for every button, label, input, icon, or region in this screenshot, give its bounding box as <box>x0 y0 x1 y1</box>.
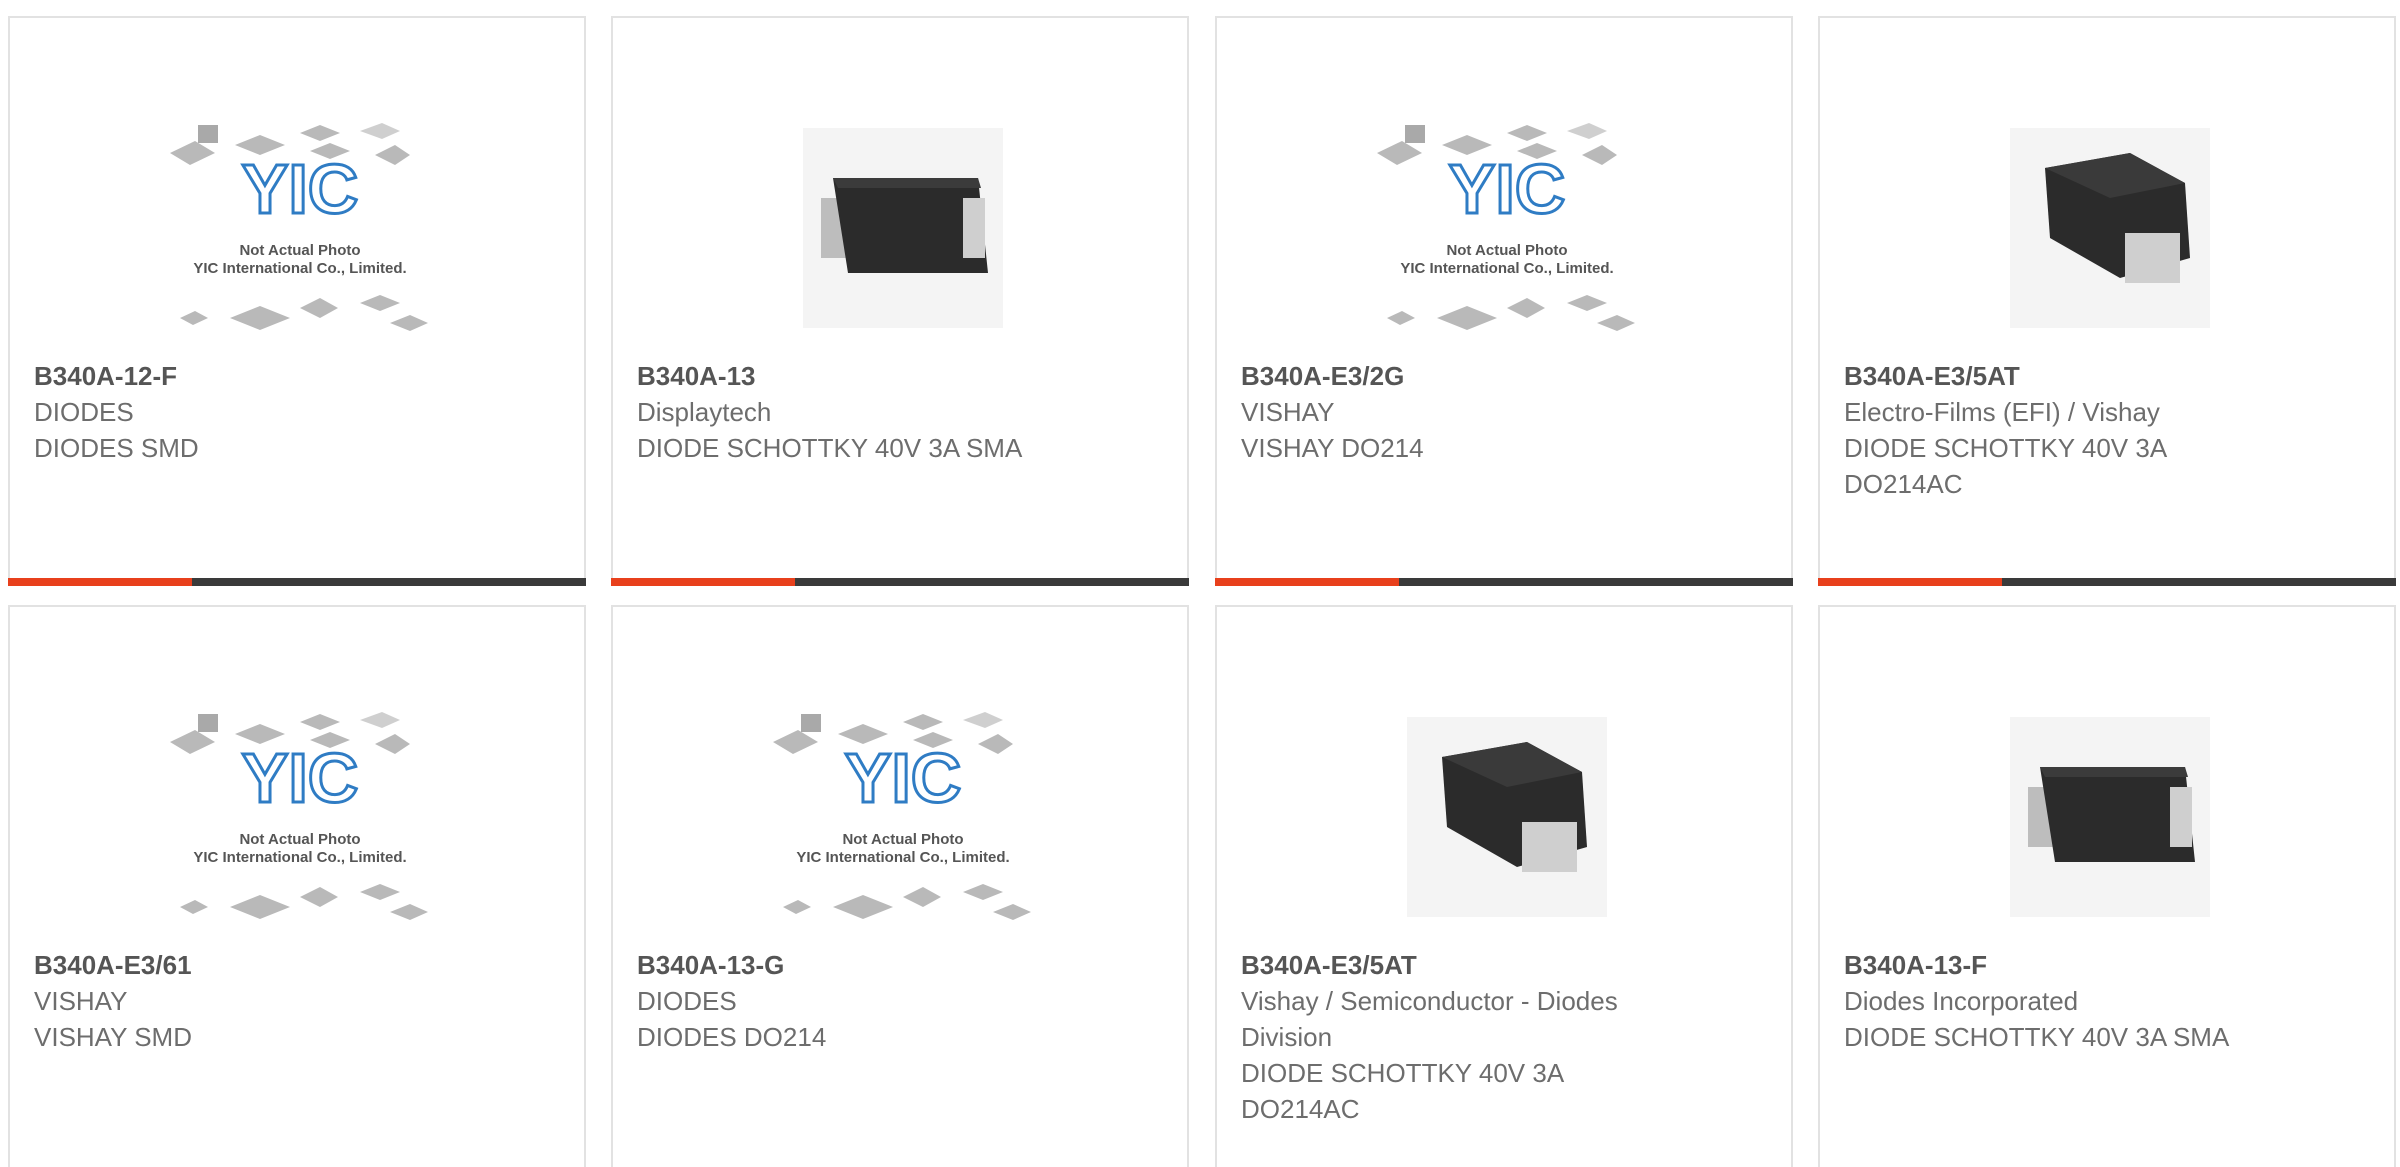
part-number[interactable]: B340A-E3/2G <box>1241 358 1761 394</box>
bar-accent <box>611 578 795 586</box>
part-number[interactable]: B340A-13 <box>637 358 1157 394</box>
placeholder-icon: YIC Not Actual Photo YIC International C… <box>1377 123 1635 331</box>
manufacturer: Electro-Films (EFI) / Vishay <box>1844 397 2160 427</box>
description: VISHAY DO214 <box>1241 433 1424 463</box>
card-progress-bar <box>8 578 586 586</box>
svg-text:YIC: YIC <box>1449 150 1566 228</box>
description: DIODE SCHOTTKY 40V 3A SMA <box>1844 1022 2230 1052</box>
product-photo <box>763 98 1043 358</box>
manufacturer: DIODES <box>34 397 134 427</box>
description: DIODES DO214 <box>637 1022 827 1052</box>
placeholder-icon: YIC Not Actual Photo YIC International C… <box>773 712 1031 920</box>
product-photo <box>1367 687 1647 947</box>
product-grid: YIC Not Actual Photo YIC International C… <box>0 0 2400 1167</box>
part-number[interactable]: B340A-E3/5AT <box>1241 947 1761 983</box>
product-card[interactable]: B340A-E3/5AT Vishay / Semiconductor - Di… <box>1215 605 1793 1167</box>
product-card[interactable]: YIC Not Actual Photo YIC International C… <box>1215 16 1793 586</box>
sma-diode-icon <box>1407 717 1607 917</box>
description: VISHAY SMD <box>34 1022 192 1052</box>
product-card[interactable]: YIC Not Actual Photo YIC International C… <box>611 605 1189 1167</box>
description: DIODES SMD <box>34 433 199 463</box>
sma-diode-icon <box>2010 128 2210 328</box>
bar-accent <box>1818 578 2002 586</box>
manufacturer: VISHAY <box>34 986 128 1016</box>
sma-diode-icon <box>2010 717 2210 917</box>
product-card[interactable]: B340A-E3/5AT Electro-Films (EFI) / Visha… <box>1818 16 2396 586</box>
placeholder-icon: YIC Not Actual Photo YIC International C… <box>170 123 428 331</box>
svg-text:YIC International Co., Limited: YIC International Co., Limited. <box>1400 260 1613 277</box>
product-photo-placeholder: YIC Not Actual Photo YIC International C… <box>160 98 440 358</box>
svg-text:Not Actual Photo: Not Actual Photo <box>1446 242 1567 259</box>
part-number[interactable]: B340A-12-F <box>34 358 554 394</box>
part-number[interactable]: B340A-E3/61 <box>34 947 554 983</box>
product-card[interactable]: YIC Not Actual Photo YIC International C… <box>8 16 586 586</box>
description: DIODE SCHOTTKY 40V 3A DO214AC <box>1844 433 2166 499</box>
product-card[interactable]: B340A-13-F Diodes Incorporated DIODE SCH… <box>1818 605 2396 1167</box>
card-progress-bar <box>1215 578 1793 586</box>
product-card[interactable]: YIC Not Actual Photo YIC International C… <box>8 605 586 1167</box>
manufacturer: Diodes Incorporated <box>1844 986 2079 1016</box>
manufacturer: Vishay / Semiconductor - Diodes Division <box>1241 986 1618 1052</box>
svg-text:Not Actual Photo: Not Actual Photo <box>842 831 963 848</box>
manufacturer: Displaytech <box>637 397 772 427</box>
product-photo <box>1970 687 2250 947</box>
card-progress-bar <box>1818 578 2396 586</box>
svg-text:Not Actual Photo: Not Actual Photo <box>239 831 360 848</box>
svg-text:Not Actual Photo: Not Actual Photo <box>239 242 360 259</box>
part-number[interactable]: B340A-13-F <box>1844 947 2364 983</box>
product-photo-placeholder: YIC Not Actual Photo YIC International C… <box>160 687 440 947</box>
description: DIODE SCHOTTKY 40V 3A DO214AC <box>1241 1058 1563 1124</box>
sma-diode-icon <box>803 128 1003 328</box>
card-progress-bar <box>611 578 1189 586</box>
svg-text:YIC International Co., Limited: YIC International Co., Limited. <box>796 849 1009 866</box>
part-number[interactable]: B340A-13-G <box>637 947 1157 983</box>
manufacturer: DIODES <box>637 986 737 1016</box>
bar-accent <box>8 578 192 586</box>
svg-text:YIC: YIC <box>242 739 359 817</box>
product-photo <box>1970 98 2250 358</box>
product-card[interactable]: B340A-13 Displaytech DIODE SCHOTTKY 40V … <box>611 16 1189 586</box>
product-photo-placeholder: YIC Not Actual Photo YIC International C… <box>763 687 1043 947</box>
part-number[interactable]: B340A-E3/5AT <box>1844 358 2364 394</box>
placeholder-icon: YIC Not Actual Photo YIC International C… <box>170 712 428 920</box>
product-photo-placeholder: YIC Not Actual Photo YIC International C… <box>1367 98 1647 358</box>
svg-text:YIC: YIC <box>242 150 359 228</box>
svg-text:YIC International Co., Limited: YIC International Co., Limited. <box>193 849 406 866</box>
manufacturer: VISHAY <box>1241 397 1335 427</box>
bar-accent <box>1215 578 1399 586</box>
description: DIODE SCHOTTKY 40V 3A SMA <box>637 433 1023 463</box>
svg-text:YIC International Co., Limited: YIC International Co., Limited. <box>193 260 406 277</box>
svg-text:YIC: YIC <box>845 739 962 817</box>
